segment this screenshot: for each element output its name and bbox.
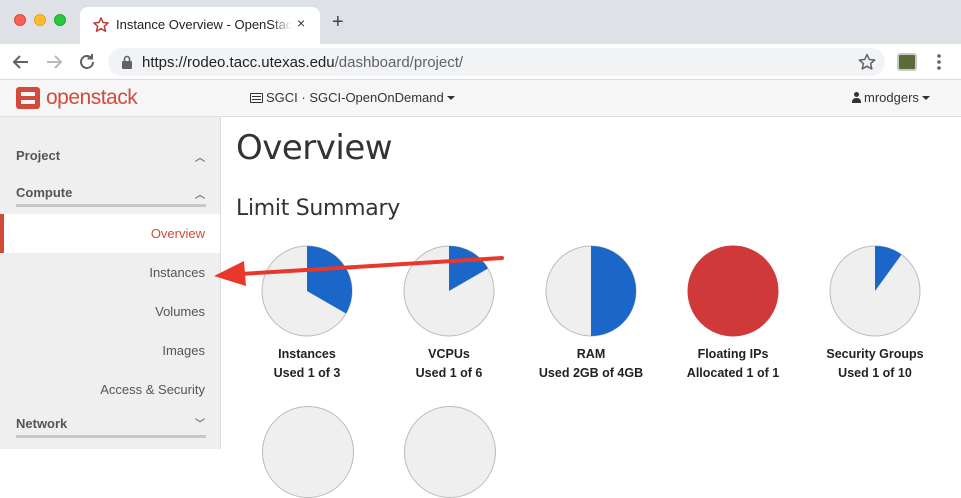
sidebar-item-volumes[interactable]: Volumes <box>0 292 220 331</box>
sidebar-section-network[interactable]: Network ﹀ <box>0 409 220 449</box>
limit-usage: Used 1 of 6 <box>415 366 483 380</box>
url-text: https://rodeo.tacc.utexas.edu/dashboard/… <box>142 54 463 71</box>
section-divider <box>16 204 206 207</box>
sidebar-item-label: Instances <box>149 265 205 280</box>
chevron-up-icon: ︿ <box>195 153 205 164</box>
limit-usage: Allocated 1 of 1 <box>686 366 780 380</box>
usage-pie-chart-partial <box>262 406 354 498</box>
openstack-brand[interactable]: openstack <box>46 86 138 110</box>
tab-title: Instance Overview - OpenStack Dashboard <box>116 17 292 32</box>
url-path: /dashboard/project/ <box>334 54 464 71</box>
forward-arrow-icon[interactable] <box>42 50 66 74</box>
new-tab-button[interactable]: + <box>332 12 344 32</box>
maximize-window-button[interactable] <box>54 14 66 26</box>
limit-card: Floating IPs Allocated 1 of 1 <box>663 245 803 380</box>
sidebar-section-label: Project <box>16 148 61 163</box>
browser-tab-bar: Instance Overview - OpenStack Dashboard … <box>0 0 961 44</box>
limit-summary-heading: Limit Summary <box>236 196 400 221</box>
limit-usage: Used 2GB of 4GB <box>538 366 644 380</box>
usage-pie-chart <box>829 245 921 337</box>
back-arrow-icon[interactable] <box>9 50 33 74</box>
project-icon <box>250 93 263 103</box>
limit-card: RAM Used 2GB of 4GB <box>521 245 661 380</box>
tab-close-icon[interactable]: × <box>297 15 305 31</box>
caret-down-icon <box>921 96 930 100</box>
sidebar-section-label: Compute <box>16 185 73 200</box>
caret-down-icon <box>446 96 455 100</box>
sidebar-item-access-security[interactable]: Access & Security <box>0 370 220 409</box>
usage-pie-chart <box>687 245 779 337</box>
sidebar-item-label: Volumes <box>155 304 205 319</box>
limit-name: RAM <box>576 347 606 361</box>
sidebar-item-label: Images <box>162 343 205 358</box>
limit-name: Security Groups <box>826 347 924 361</box>
chevron-down-icon: ﹀ <box>195 419 205 430</box>
annotation-arrow <box>214 256 504 286</box>
limit-name: Floating IPs <box>697 347 769 361</box>
limit-usage: Used 1 of 10 <box>838 366 912 380</box>
favicon-star-icon <box>93 17 109 32</box>
more-menu-icon[interactable] <box>935 52 943 72</box>
minimize-window-button[interactable] <box>34 14 46 26</box>
limit-name: VCPUs <box>428 347 470 361</box>
project-selector[interactable]: SGCI · SGCI-OpenOnDemand <box>250 90 455 105</box>
chevron-up-icon: ︿ <box>195 190 205 201</box>
close-window-button[interactable] <box>14 14 26 26</box>
bookmark-star-icon[interactable] <box>857 52 877 72</box>
address-bar[interactable]: https://rodeo.tacc.utexas.edu/dashboard/… <box>108 48 885 76</box>
sidebar-item-label: Overview <box>150 226 205 241</box>
sidebar-section-label: Network <box>16 416 68 431</box>
project-selector-label: SGCI · SGCI-OpenOnDemand <box>266 90 444 105</box>
sidebar-item-images[interactable]: Images <box>0 331 220 370</box>
sidebar-item-overview[interactable]: Overview <box>0 214 220 253</box>
page-title: Overview <box>236 128 393 168</box>
sidebar-section-project[interactable]: Project ︿ <box>0 137 220 177</box>
user-icon <box>852 92 861 103</box>
lock-icon <box>122 55 132 69</box>
extension-avatar-icon[interactable] <box>897 53 917 71</box>
pie-background <box>687 245 779 337</box>
sidebar: Project ︿ Compute ︿ Overview Instances V… <box>0 117 221 449</box>
url-host: https://rodeo.tacc.utexas.edu <box>142 54 335 71</box>
limit-card: Security Groups Used 1 of 10 <box>805 245 945 380</box>
sidebar-item-label: Access & Security <box>100 382 205 397</box>
usage-pie-chart <box>545 245 637 337</box>
section-divider <box>16 435 206 438</box>
user-name: mrodgers <box>864 90 919 105</box>
browser-toolbar: https://rodeo.tacc.utexas.edu/dashboard/… <box>0 44 961 80</box>
reload-icon[interactable] <box>75 50 99 74</box>
openstack-header: openstack SGCI · SGCI-OpenOnDemand mrodg… <box>0 80 961 117</box>
limit-name: Instances <box>278 347 336 361</box>
openstack-logo-icon[interactable] <box>16 87 40 109</box>
browser-tab[interactable]: Instance Overview - OpenStack Dashboard … <box>80 7 320 44</box>
sidebar-section-compute[interactable]: Compute ︿ <box>0 177 220 217</box>
sidebar-item-instances[interactable]: Instances <box>0 253 220 292</box>
usage-pie-chart-partial <box>404 406 496 498</box>
user-menu[interactable]: mrodgers <box>852 90 930 105</box>
pie-used-slice <box>591 246 636 336</box>
limit-usage: Used 1 of 3 <box>273 366 341 380</box>
